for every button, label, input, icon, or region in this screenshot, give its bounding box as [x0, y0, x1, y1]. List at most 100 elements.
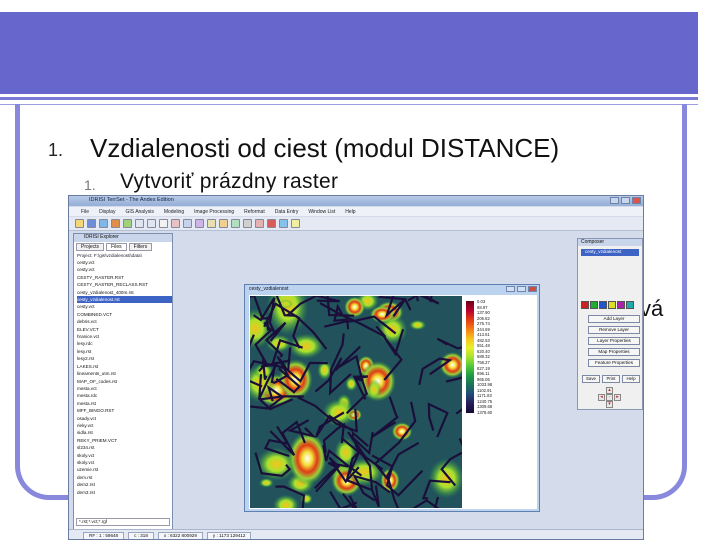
file-list-item[interactable]: CESTY_RASTER_RECLASS.RST	[77, 281, 172, 288]
pan-up-icon[interactable]: ▴	[606, 387, 613, 394]
file-list-item[interactable]: CESTY_RASTER.RST	[77, 274, 172, 281]
legend-labels: 0.03 68.97 137.90 206.82 275.74 344.69 413.61 4…	[477, 299, 492, 415]
composer-panel: Composer cesty_vzdialenost Add Layer Rem…	[577, 238, 643, 410]
map-minimize-icon[interactable]	[506, 286, 515, 292]
sub-bullet-number: 1.	[84, 177, 96, 193]
color-swatch-icon[interactable]	[581, 301, 589, 309]
print-button[interactable]: Print	[602, 375, 620, 383]
map-maximize-icon[interactable]	[517, 286, 526, 292]
header-rule	[0, 97, 698, 100]
pan-right-icon[interactable]: ▸	[614, 394, 621, 401]
shortcut-icon[interactable]	[231, 219, 240, 228]
tab-files[interactable]: Files	[106, 243, 127, 251]
file-list-item[interactable]: MFF_BINGO.RST	[77, 407, 172, 414]
file-list-item[interactable]: osady.vct	[77, 415, 172, 422]
file-list-item[interactable]: dem3.rst	[77, 489, 172, 496]
menu-gis-analysis[interactable]: GIS Analysis	[125, 209, 153, 215]
save-composition-button[interactable]: Save	[582, 375, 600, 383]
grid-icon[interactable]	[183, 219, 192, 228]
color-swatch-icon[interactable]	[590, 301, 598, 309]
file-list-item[interactable]: cesty.vct	[77, 259, 172, 266]
file-list-item[interactable]: mesta.rdc	[77, 392, 172, 399]
save-icon[interactable]	[87, 219, 96, 228]
file-list-item[interactable]: dem.rst	[77, 474, 172, 481]
zoom-in-icon[interactable]	[135, 219, 144, 228]
add-layer-button[interactable]: Add Layer	[588, 315, 640, 323]
info-icon[interactable]	[279, 219, 288, 228]
file-list-item[interactable]: cesty_vzdialenost.rst	[77, 296, 172, 304]
menu-modeling[interactable]: Modeling	[164, 209, 184, 215]
file-list-item[interactable]: LAKES.rst	[77, 363, 172, 370]
color-swatch-icon[interactable]	[626, 301, 634, 309]
file-list-item[interactable]: lesy.rst	[77, 348, 172, 355]
zoom-out-icon[interactable]	[147, 219, 156, 228]
layer-icon[interactable]	[123, 219, 132, 228]
file-list-item[interactable]: hranice.vct	[77, 333, 172, 340]
close-icon[interactable]	[632, 197, 641, 204]
file-list-item[interactable]: debris.vct	[77, 318, 172, 325]
file-list-item[interactable]: REKY_PRIEM.VCT	[77, 437, 172, 444]
stop-icon[interactable]	[267, 219, 276, 228]
chart-icon[interactable]	[195, 219, 204, 228]
file-list-item[interactable]: lesy.rdc	[77, 340, 172, 347]
file-list-item[interactable]: lesy2.rst	[77, 355, 172, 362]
map-canvas[interactable]: 0.03 68.97 137.90 206.82 275.74 344.69 413.61 4…	[249, 295, 537, 509]
file-list-item[interactable]: cesty.vct	[77, 266, 172, 273]
help-icon[interactable]	[291, 219, 300, 228]
file-list-item[interactable]: sl234.rst	[77, 444, 172, 451]
open-icon[interactable]	[75, 219, 84, 228]
query-icon[interactable]	[171, 219, 180, 228]
slide-header-band	[0, 12, 698, 94]
maximize-icon[interactable]	[621, 197, 630, 204]
map-properties-button[interactable]: Map Properties	[588, 348, 640, 356]
menu-window-list[interactable]: Window List	[308, 209, 335, 215]
color-swatch-icon[interactable]	[617, 301, 625, 309]
remove-layer-button[interactable]: Remove Layer	[588, 326, 640, 334]
tab-filters[interactable]: Filters	[128, 243, 153, 251]
feature-properties-button[interactable]: Feature Properties	[588, 359, 640, 367]
menu-data-entry[interactable]: Data Entry	[275, 209, 299, 215]
menu-reformat[interactable]: Reformat	[244, 209, 265, 215]
display-icon[interactable]	[99, 219, 108, 228]
file-list-item[interactable]: COMBINED.VCT	[77, 311, 172, 318]
pan-left-icon[interactable]: ◂	[598, 394, 605, 401]
measure-icon[interactable]	[219, 219, 228, 228]
menu-file[interactable]: File	[81, 209, 89, 215]
status-column: c : 318	[128, 532, 154, 539]
menu-display[interactable]: Display	[99, 209, 115, 215]
layer-properties-button[interactable]: Layer Properties	[588, 337, 640, 345]
file-list-item[interactable]: cesty.vct	[77, 303, 172, 310]
file-list-item[interactable]: uzemie.rst	[77, 466, 172, 473]
file-list-item[interactable]: dem2.rst	[77, 481, 172, 488]
refresh-icon[interactable]	[255, 219, 264, 228]
map-close-icon[interactable]	[528, 286, 537, 292]
menu-help[interactable]: Help	[345, 209, 355, 215]
pan-down-icon[interactable]: ▾	[606, 401, 613, 408]
macro-icon[interactable]	[243, 219, 252, 228]
minimize-icon[interactable]	[610, 197, 619, 204]
tab-projects[interactable]: Projects	[76, 243, 105, 251]
file-list-item[interactable]: lineaments_utm.rst	[77, 370, 172, 377]
file-list-item[interactable]: skoly.vct	[77, 459, 172, 466]
digitize-icon[interactable]	[207, 219, 216, 228]
file-list-item[interactable]: ELEV.VCT	[77, 326, 172, 333]
legend-value: 413.61	[477, 332, 490, 338]
menu-image-processing[interactable]: Image Processing	[194, 209, 234, 215]
composer-icon[interactable]	[111, 219, 120, 228]
color-swatch-icon[interactable]	[608, 301, 616, 309]
file-list-item[interactable]: mesta.vct	[77, 385, 172, 392]
file-list-item[interactable]: sidla.rst	[77, 429, 172, 436]
composer-layer-item[interactable]: cesty_vzdialenost	[581, 249, 639, 256]
file-list-item[interactable]: mesta.rst	[77, 400, 172, 407]
file-list-item[interactable]: skoly.vct	[77, 452, 172, 459]
file-list-item[interactable]: cesty_vzdialenost_400m.rst	[77, 289, 172, 296]
file-list-item[interactable]: rieky.vct	[77, 422, 172, 429]
composer-help-button[interactable]: Help	[622, 375, 640, 383]
pan-icon[interactable]	[159, 219, 168, 228]
map-window: cesty_vzdialenost 0.03 68.97 137.90 206.…	[244, 284, 540, 512]
file-filter-input[interactable]: *.rst;*.vct;*.rgf	[76, 518, 170, 526]
map-window-title: cesty_vzdialenost	[249, 286, 289, 292]
zoom-full-icon[interactable]: ·	[606, 394, 613, 401]
color-swatch-icon[interactable]	[599, 301, 607, 309]
file-list-item[interactable]: MAP_OF_codes.rst	[77, 378, 172, 385]
